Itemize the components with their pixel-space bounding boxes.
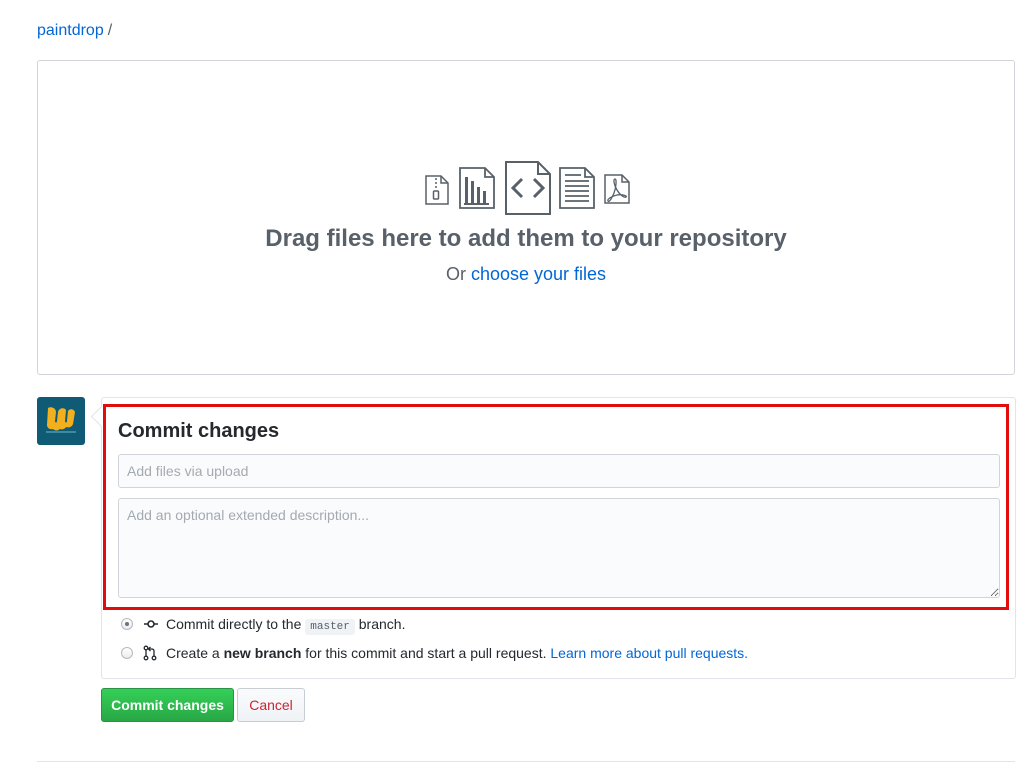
file-text-icon	[559, 167, 595, 209]
file-code-icon	[505, 161, 551, 215]
new-branch-text-end: for this commit and start a pull request…	[305, 645, 547, 661]
new-branch-radio[interactable]	[121, 647, 133, 659]
file-dropzone[interactable]: Drag files here to add them to your repo…	[37, 60, 1015, 375]
new-branch-text: Create a	[166, 645, 220, 661]
git-commit-icon	[144, 620, 158, 628]
dropzone-title: Drag files here to add them to your repo…	[265, 225, 787, 252]
learn-more-pull-requests-link[interactable]: Learn more about pull requests.	[550, 645, 748, 661]
breadcrumb-repo-link[interactable]: paintdrop	[37, 22, 104, 39]
breadcrumb-separator: /	[107, 22, 113, 39]
commit-changes-button[interactable]: Commit changes	[101, 688, 234, 722]
file-chart-icon	[459, 167, 495, 209]
choose-files-line: Or choose your files	[38, 262, 1014, 286]
commit-form-pointer	[90, 405, 113, 428]
branch-name: master	[305, 619, 355, 635]
commit-summary-input[interactable]	[118, 454, 1000, 488]
divider	[37, 761, 1015, 762]
new-branch-bold: new branch	[223, 645, 302, 661]
choose-files-link[interactable]: choose your files	[471, 264, 606, 284]
commit-form-title: Commit changes	[118, 420, 280, 442]
git-pull-request-icon	[143, 645, 157, 661]
commit-description-input[interactable]	[118, 498, 1000, 598]
file-pdf-icon	[604, 174, 630, 204]
file-type-icons	[38, 161, 1014, 215]
file-zip-icon	[425, 175, 449, 205]
commit-direct-label: Commit directly to the master branch.	[166, 614, 405, 637]
commit-direct-text: Commit directly to the	[166, 616, 302, 632]
commit-direct-radio[interactable]	[121, 618, 133, 630]
commit-direct-text-end: branch.	[358, 616, 406, 632]
or-text: Or	[445, 264, 466, 284]
new-branch-label: Create a new branch for this commit and …	[166, 643, 748, 663]
avatar-logo-icon	[46, 407, 76, 433]
cancel-button[interactable]: Cancel	[237, 688, 305, 722]
breadcrumb: paintdrop /	[37, 21, 112, 41]
avatar[interactable]	[37, 397, 85, 445]
